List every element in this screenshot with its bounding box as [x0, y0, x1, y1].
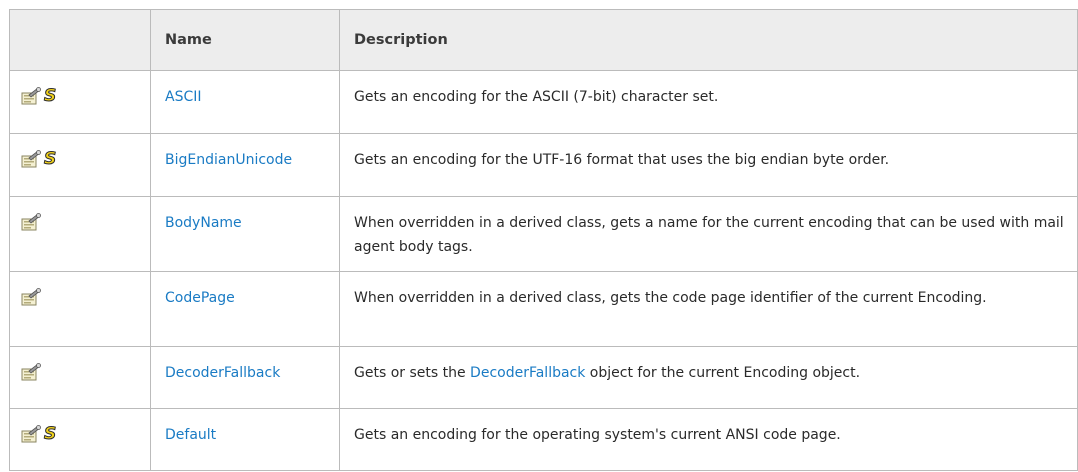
header-description: Description — [339, 9, 1078, 71]
static-icon: S — [43, 424, 57, 444]
member-link-bigendianunicode[interactable]: BigEndianUnicode — [165, 152, 292, 168]
name-cell: ASCII — [150, 70, 340, 134]
property-icon — [21, 213, 41, 231]
member-link-bodyname[interactable]: BodyName — [165, 215, 242, 231]
member-description: Gets an encoding for the operating syste… — [354, 427, 841, 443]
member-description: When overridden in a derived class, gets… — [354, 290, 987, 306]
member-link-decoderfallback[interactable]: DecoderFallback — [165, 365, 280, 381]
member-description: Gets an encoding for the UTF-16 format t… — [354, 152, 890, 168]
icon-cell — [9, 271, 151, 347]
description-cell: Gets an encoding for the ASCII (7-bit) c… — [339, 70, 1078, 134]
name-cell: CodePage — [150, 271, 340, 347]
member-link-ascii[interactable]: ASCII — [165, 89, 202, 105]
header-icon-column — [9, 9, 151, 71]
member-description: When overridden in a derived class, gets… — [354, 215, 1064, 255]
static-icon: S — [43, 149, 57, 169]
description-cell: Gets an encoding for the UTF-16 format t… — [339, 133, 1078, 197]
name-cell: DecoderFallback — [150, 346, 340, 409]
property-icon — [21, 150, 41, 168]
table-row: S Default Gets an encoding for the opera… — [9, 408, 1078, 471]
name-cell: BodyName — [150, 196, 340, 272]
member-description: Gets an encoding for the ASCII (7-bit) c… — [354, 89, 719, 105]
member-link-default[interactable]: Default — [165, 427, 216, 443]
description-cell: Gets an encoding for the operating syste… — [339, 408, 1078, 471]
member-description-before: Gets or sets the — [354, 365, 471, 381]
table-row: DecoderFallback Gets or sets the Decoder… — [9, 346, 1078, 409]
member-description-after: object for the current Encoding object. — [585, 365, 861, 381]
header-name: Name — [150, 9, 340, 71]
static-icon: S — [43, 86, 57, 106]
decoderfallback-inline-link[interactable]: DecoderFallback — [470, 365, 585, 381]
member-link-codepage[interactable]: CodePage — [165, 290, 235, 306]
property-icon — [21, 87, 41, 105]
description-cell: When overridden in a derived class, gets… — [339, 271, 1078, 347]
icon-cell: S — [9, 408, 151, 471]
table-row: CodePage When overridden in a derived cl… — [9, 271, 1078, 347]
header-row: Name Description — [9, 9, 1078, 71]
table-row: S BigEndianUnicode Gets an encoding for … — [9, 133, 1078, 197]
property-icon — [21, 288, 41, 306]
property-icon — [21, 363, 41, 381]
icon-cell — [9, 346, 151, 409]
description-cell: When overridden in a derived class, gets… — [339, 196, 1078, 272]
icon-cell: S — [9, 70, 151, 134]
icon-cell: S — [9, 133, 151, 197]
table-row: S ASCII Gets an encoding for the ASCII (… — [9, 70, 1078, 134]
table-row: BodyName When overridden in a derived cl… — [9, 196, 1078, 272]
description-cell: Gets or sets the DecoderFallback object … — [339, 346, 1078, 409]
name-cell: BigEndianUnicode — [150, 133, 340, 197]
name-cell: Default — [150, 408, 340, 471]
property-icon — [21, 425, 41, 443]
members-table: Name Description S ASCII Gets an encodin… — [9, 9, 1078, 471]
icon-cell — [9, 196, 151, 272]
